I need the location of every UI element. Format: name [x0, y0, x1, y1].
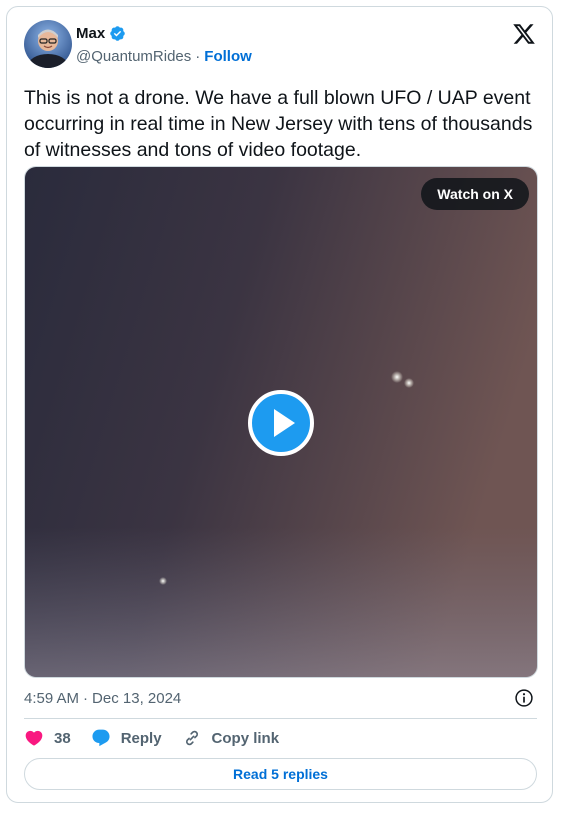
reply-label: Reply — [120, 729, 162, 747]
info-icon[interactable] — [514, 688, 534, 708]
action-bar: 38 Reply Copy link — [24, 728, 299, 748]
author-handle[interactable]: @QuantumRides — [76, 48, 191, 65]
watch-on-x-button[interactable]: Watch on X — [421, 178, 529, 210]
reply-button[interactable]: Reply — [91, 728, 162, 748]
like-count: 38 — [54, 729, 71, 747]
read-replies-label: Read 5 replies — [233, 766, 328, 782]
tweet-card: Max @QuantumRides · Follow This is not a… — [6, 6, 553, 803]
tweet-date: Dec 13, 2024 — [92, 690, 182, 707]
handle-separator: · — [195, 48, 201, 65]
read-replies-button[interactable]: Read 5 replies — [24, 758, 537, 790]
tweet-text: This is not a drone. We have a full blow… — [24, 87, 533, 161]
x-logo-icon[interactable] — [512, 22, 536, 46]
avatar[interactable] — [24, 20, 72, 68]
copy-link-label: Copy link — [211, 729, 280, 747]
video-player[interactable]: Watch on X — [24, 166, 538, 678]
link-icon — [185, 730, 198, 746]
reply-bubble-icon — [92, 729, 110, 747]
author-handle-row: @QuantumRides · Follow — [76, 48, 252, 65]
follow-link[interactable]: Follow — [204, 48, 252, 65]
author-name-row[interactable]: Max — [76, 25, 126, 42]
tweet-timestamp[interactable]: 4:59 AM · Dec 13, 2024 — [24, 690, 181, 707]
heart-icon — [25, 730, 43, 746]
tweet-time: 4:59 AM — [24, 690, 80, 707]
verified-badge-icon — [109, 25, 126, 42]
timestamp-separator: · — [83, 690, 89, 707]
author-name[interactable]: Max — [76, 25, 105, 42]
copy-link-button[interactable]: Copy link — [182, 728, 280, 748]
play-icon[interactable] — [248, 390, 314, 456]
divider — [24, 718, 537, 719]
like-button[interactable]: 38 — [24, 728, 71, 748]
